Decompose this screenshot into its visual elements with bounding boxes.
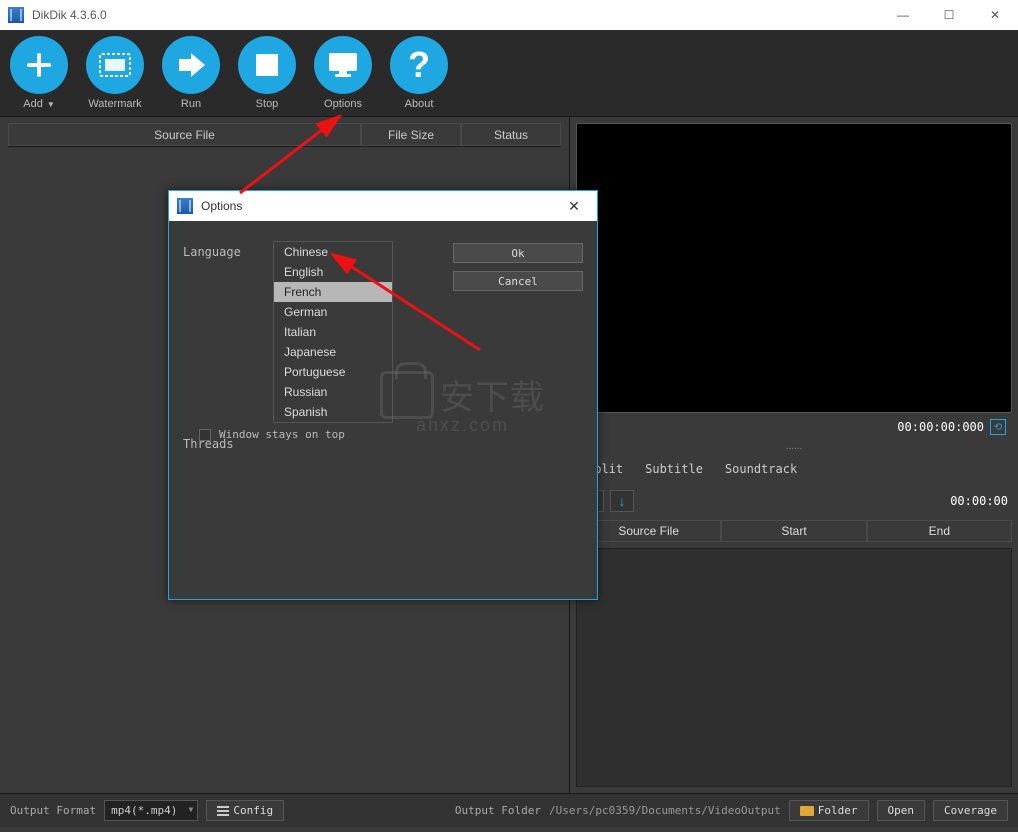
watermark-button[interactable]: Watermark xyxy=(86,36,144,110)
watermark-text: 安下载 xyxy=(440,370,545,419)
tab-soundtrack[interactable]: Soundtrack xyxy=(716,458,806,480)
language-option-spanish[interactable]: Spanish xyxy=(274,402,392,422)
col-file-size[interactable]: File Size xyxy=(361,123,461,146)
window-controls: — ☐ ✕ xyxy=(880,0,1018,30)
sub-col-end[interactable]: End xyxy=(867,520,1012,542)
main-toolbar: Add ▼ Watermark Run Stop Options ? About xyxy=(0,30,1018,117)
stay-on-top-label: Window stays on top xyxy=(219,428,345,441)
folder-icon xyxy=(800,806,814,816)
language-option-japanese[interactable]: Japanese xyxy=(274,342,392,362)
language-label: Language xyxy=(183,241,273,259)
preview-panel: 00:00:00:000 ⟲ ...... Split Subtitle Sou… xyxy=(570,117,1018,793)
list-icon xyxy=(217,806,229,816)
sub-table-header: Source File Start End xyxy=(576,520,1012,542)
close-button[interactable]: ✕ xyxy=(972,0,1018,30)
stop-label: Stop xyxy=(256,98,279,110)
dialog-title: Options xyxy=(201,199,559,213)
watermark-icon xyxy=(86,36,144,94)
about-label: About xyxy=(405,98,434,110)
language-option-portuguese[interactable]: Portuguese xyxy=(274,362,392,382)
bottom-bar: Output Format mp4(*.mp4) Config Output F… xyxy=(0,793,1018,827)
folder-button[interactable]: Folder xyxy=(789,800,869,821)
loop-icon[interactable]: ⟲ xyxy=(990,419,1006,435)
app-icon xyxy=(8,7,24,23)
sort-row: ↑ ↓ 00:00:00 xyxy=(576,486,1012,516)
language-option-german[interactable]: German xyxy=(274,302,392,322)
language-option-english[interactable]: English xyxy=(274,262,392,282)
open-button[interactable]: Open xyxy=(877,800,926,821)
video-preview[interactable] xyxy=(576,123,1012,413)
coverage-button[interactable]: Coverage xyxy=(933,800,1008,821)
plus-icon xyxy=(10,36,68,94)
dialog-icon xyxy=(177,198,193,214)
col-status[interactable]: Status xyxy=(461,123,561,146)
minimize-button[interactable]: — xyxy=(880,0,926,30)
dots-row: ...... xyxy=(576,441,1012,452)
monitor-icon xyxy=(314,36,372,94)
stay-on-top-checkbox[interactable] xyxy=(199,429,211,441)
app-title: DikDik 4.3.6.0 xyxy=(32,8,880,22)
output-folder-path: /Users/pc0359/Documents/VideoOutput xyxy=(549,804,781,817)
question-icon: ? xyxy=(390,36,448,94)
ok-button[interactable]: Ok xyxy=(453,243,583,263)
tabs-row: Split Subtitle Soundtrack xyxy=(576,456,1012,482)
arrow-right-icon xyxy=(162,36,220,94)
maximize-button[interactable]: ☐ xyxy=(926,0,972,30)
language-option-russian[interactable]: Russian xyxy=(274,382,392,402)
tab-subtitle[interactable]: Subtitle xyxy=(636,458,712,480)
language-option-french[interactable]: French xyxy=(274,282,392,302)
options-label: Options xyxy=(324,98,362,110)
timecode-bar: 00:00:00:000 ⟲ xyxy=(576,417,1012,437)
add-label: Add xyxy=(23,98,43,110)
duration: 00:00:00 xyxy=(950,494,1008,508)
options-button[interactable]: Options xyxy=(314,36,372,110)
col-source-file[interactable]: Source File xyxy=(8,123,361,146)
titlebar: DikDik 4.3.6.0 — ☐ ✕ xyxy=(0,0,1018,30)
sub-col-start[interactable]: Start xyxy=(721,520,866,542)
config-button[interactable]: Config xyxy=(206,800,284,821)
stop-icon xyxy=(238,36,296,94)
cancel-button[interactable]: Cancel xyxy=(453,271,583,291)
about-button[interactable]: ? About xyxy=(390,36,448,110)
watermark-label: Watermark xyxy=(88,98,141,110)
timecode: 00:00:00:000 xyxy=(897,420,984,434)
run-button[interactable]: Run xyxy=(162,36,220,110)
dialog-titlebar: Options ✕ xyxy=(169,191,597,221)
dialog-close-button[interactable]: ✕ xyxy=(559,198,589,215)
dropdown-arrow-icon[interactable]: ▼ xyxy=(47,100,55,109)
site-watermark: 安下载 anxz.com xyxy=(380,370,545,436)
output-format-select[interactable]: mp4(*.mp4) xyxy=(104,800,198,821)
source-table-header: Source File File Size Status xyxy=(8,123,561,147)
output-folder-label: Output Folder xyxy=(455,804,541,817)
move-down-button[interactable]: ↓ xyxy=(610,490,634,512)
output-format-label: Output Format xyxy=(10,804,96,817)
bag-icon xyxy=(380,371,434,419)
stay-on-top-row[interactable]: Window stays on top xyxy=(199,428,345,441)
language-option-chinese[interactable]: Chinese xyxy=(274,242,392,262)
add-button[interactable]: Add ▼ xyxy=(10,36,68,110)
run-label: Run xyxy=(181,98,201,110)
stop-button[interactable]: Stop xyxy=(238,36,296,110)
language-option-italian[interactable]: Italian xyxy=(274,322,392,342)
language-list[interactable]: ChineseEnglishFrenchGermanItalianJapanes… xyxy=(273,241,393,423)
sub-table-body[interactable] xyxy=(576,548,1012,787)
